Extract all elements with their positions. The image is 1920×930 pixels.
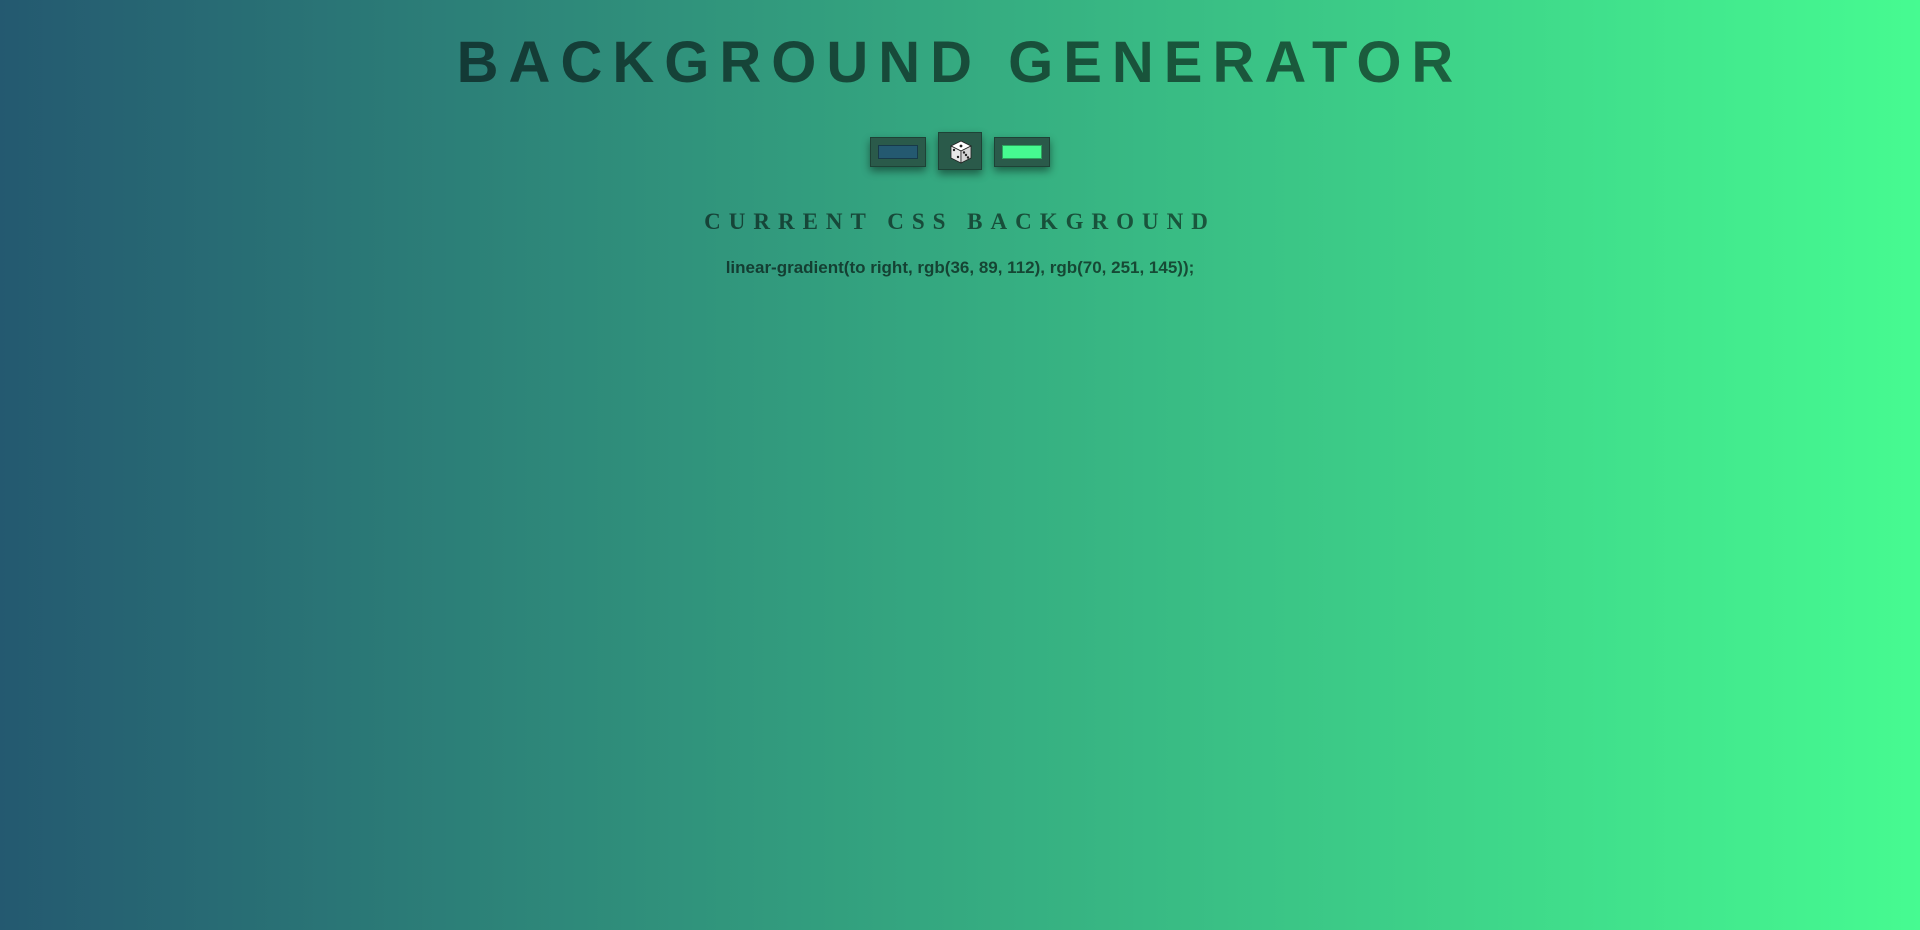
color-swatch-2	[1002, 145, 1042, 159]
controls	[0, 132, 1920, 172]
dice-icon	[950, 140, 972, 164]
css-background-value: linear-gradient(to right, rgb(36, 89, 11…	[725, 258, 1195, 277]
page: { "header": { "title": "BACKGROUND GENER…	[0, 0, 1920, 930]
css-background-heading: CURRENT CSS BACKGROUND	[704, 209, 1216, 234]
color-picker-2[interactable]	[994, 137, 1050, 167]
color-picker-1[interactable]	[870, 137, 926, 167]
color-swatch-1	[878, 145, 918, 159]
page-title: BACKGROUND GENERATOR	[456, 30, 1464, 95]
randomize-button[interactable]	[938, 132, 982, 170]
